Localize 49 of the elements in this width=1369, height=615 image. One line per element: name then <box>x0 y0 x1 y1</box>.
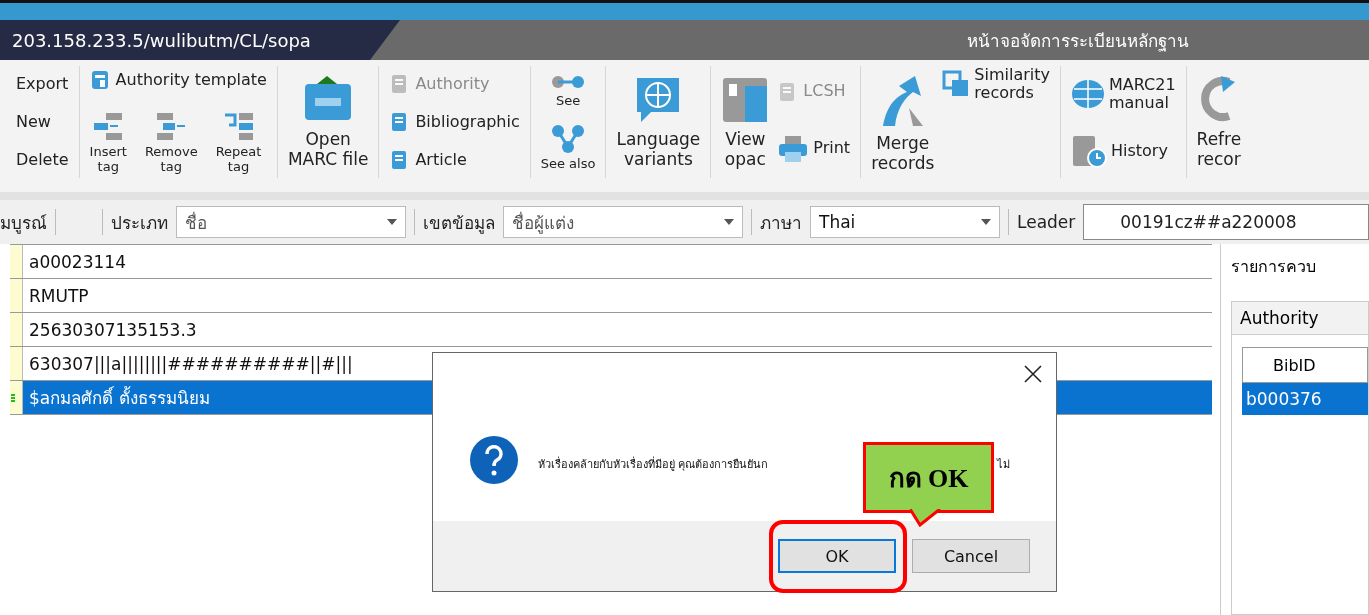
dialog-message: ไม่ <box>997 457 1010 473</box>
toolbar-button[interactable]: Remove tag <box>144 111 198 175</box>
toolbar-button[interactable]: Merge records <box>871 66 935 178</box>
toolbar-button[interactable]: See <box>540 72 596 109</box>
leader-field[interactable]: 00191cz##a220008 <box>1083 204 1369 240</box>
toolbar-button[interactable]: MARC21 manual <box>1070 75 1176 113</box>
toolbar-button[interactable]: Article <box>389 149 520 171</box>
toolbar-button[interactable]: New <box>16 112 69 132</box>
close-icon[interactable] <box>1022 363 1044 385</box>
toolbar-button[interactable]: Insert tag <box>89 111 127 175</box>
url-text: 203.158.233.5/wulibutm/CL/sopa <box>0 20 400 60</box>
toolbar-button[interactable]: Open MARC file <box>287 66 369 178</box>
toolbar-button[interactable]: See also <box>540 123 596 172</box>
branch-icon <box>550 123 587 156</box>
panel-title: รายการควบ <box>1231 256 1317 278</box>
leader-label: Leader <box>1017 212 1076 232</box>
field-label: เขตข้อมูล <box>423 211 495 236</box>
toolbar-button[interactable]: View opac <box>721 66 770 178</box>
toolbar-button[interactable]: Export <box>16 74 69 94</box>
row-header <box>10 279 23 312</box>
printer-icon <box>777 133 810 164</box>
status-label: มบูรณ์ <box>0 211 47 236</box>
dropdown-field[interactable]: Thai <box>810 206 1000 238</box>
toolbar-button[interactable]: History <box>1070 134 1176 169</box>
toolbar-button[interactable]: Print <box>777 133 851 164</box>
toolbar-button[interactable]: Delete <box>16 150 69 170</box>
field-label: ภาษา <box>760 211 802 235</box>
history-icon <box>1070 134 1107 169</box>
field-label: ประเภท <box>111 211 168 235</box>
dialog-message: หัวเรื่องคล้ายกับหัวเรื่องที่มีอยู่ คุณต้องการยืนยันก <box>538 455 769 473</box>
window-title: หน้าจอจัดการระเบียนหลักฐาน <box>966 29 1190 54</box>
toolbar-button[interactable]: Repeat tag <box>215 111 262 175</box>
toolbar-button[interactable]: Authority template <box>89 69 267 92</box>
row-header <box>10 313 23 346</box>
dialog-button[interactable]: OK <box>778 539 896 573</box>
dialog-button[interactable]: Cancel <box>912 539 1030 573</box>
column-header: BibID <box>1242 347 1368 383</box>
overlap-squares-icon <box>942 70 971 99</box>
question-icon <box>469 435 519 485</box>
table-cell[interactable]: b000376 <box>1242 383 1368 415</box>
marc21-globe-icon <box>1070 79 1105 110</box>
toolbar-button[interactable]: Similarity records <box>942 66 1050 103</box>
toolbar-button[interactable]: Language variants <box>616 66 701 178</box>
panel-tab[interactable]: Authority <box>1231 301 1369 334</box>
current-row-icon <box>10 392 16 403</box>
dropdown-caret-icon[interactable] <box>981 219 991 225</box>
toolbar-button[interactable]: Refre recor <box>1196 66 1242 178</box>
row-header <box>10 245 23 278</box>
toolbar-button[interactable]: Bibliographic <box>389 111 520 133</box>
